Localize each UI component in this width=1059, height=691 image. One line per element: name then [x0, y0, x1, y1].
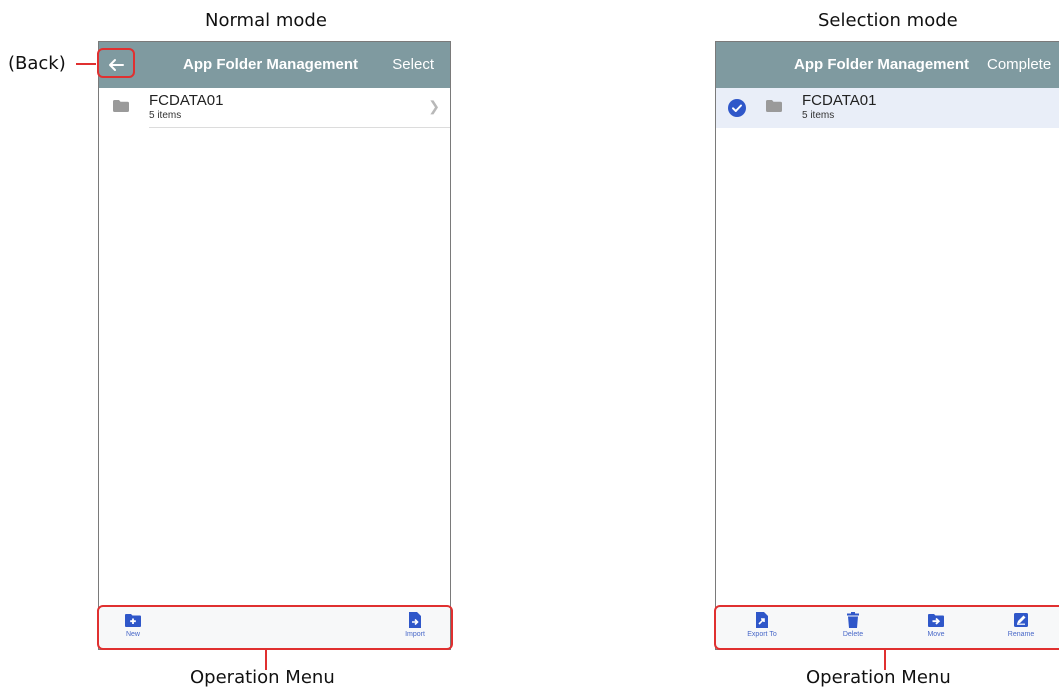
- folder-item-count: 5 items: [149, 110, 182, 121]
- folder-row[interactable]: FCDATA01 5 items ❯: [99, 88, 450, 128]
- operation-menu-highlight-left: [97, 605, 453, 650]
- back-pointer-line: [76, 63, 96, 65]
- folder-icon: [766, 100, 782, 112]
- operation-menu-highlight-right: [714, 605, 1059, 650]
- operation-menu-caption-right: Operation Menu: [806, 667, 951, 688]
- folder-name: FCDATA01: [149, 92, 224, 109]
- chevron-right-icon: ❯: [428, 98, 440, 114]
- page-title: App Folder Management: [794, 56, 970, 73]
- selected-check-icon[interactable]: [728, 99, 746, 117]
- selection-mode-screen: App Folder Management Complete FCDATA01 …: [715, 41, 1059, 650]
- header-bar: App Folder Management Complete: [716, 42, 1059, 88]
- complete-button[interactable]: Complete: [987, 42, 1051, 88]
- folder-name: FCDATA01: [802, 92, 877, 109]
- selection-mode-caption: Selection mode: [818, 10, 958, 31]
- row-divider: [149, 127, 450, 128]
- folder-row-selected[interactable]: FCDATA01 5 items: [716, 88, 1059, 128]
- page-title: App Folder Management: [183, 56, 359, 73]
- folder-icon: [113, 100, 129, 112]
- normal-mode-screen: App Folder Management Select FCDATA01 5 …: [98, 41, 451, 650]
- select-button[interactable]: Select: [392, 42, 434, 88]
- header-bar: App Folder Management Select: [99, 42, 450, 88]
- operation-menu-caption-left: Operation Menu: [190, 667, 335, 688]
- folder-item-count: 5 items: [802, 110, 835, 121]
- back-annotation: (Back): [8, 53, 66, 74]
- back-highlight: [97, 48, 135, 78]
- normal-mode-caption: Normal mode: [205, 10, 327, 31]
